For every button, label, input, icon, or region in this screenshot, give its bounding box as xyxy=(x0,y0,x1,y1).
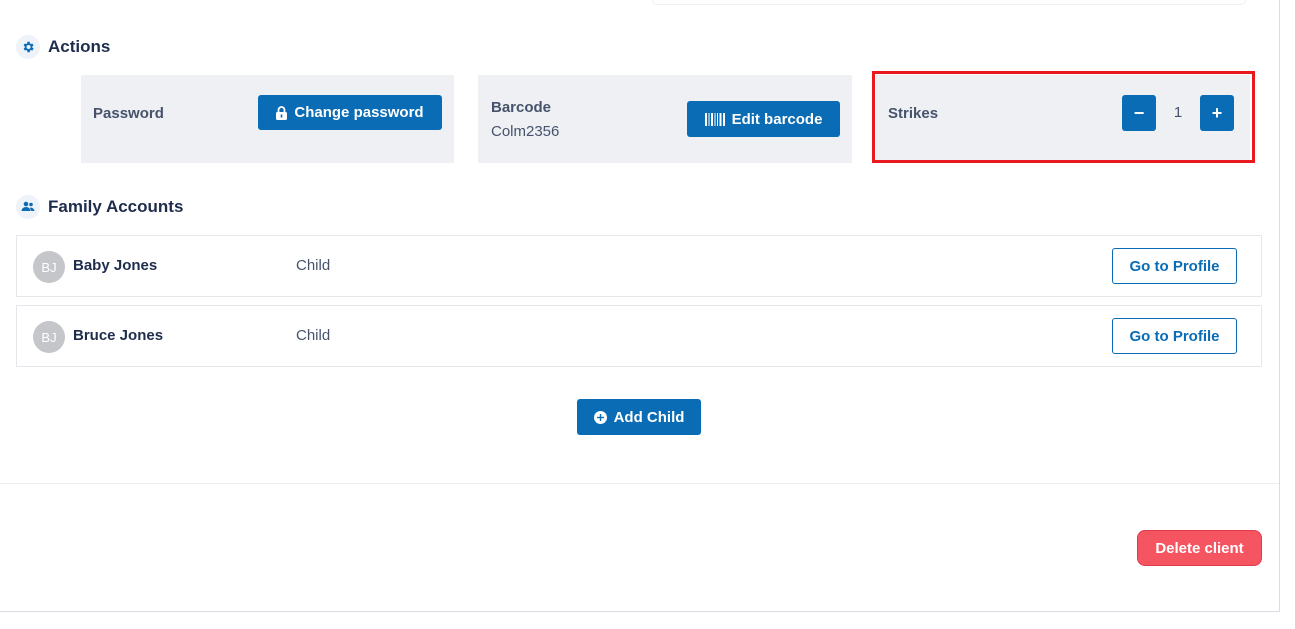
add-child-label: Add Child xyxy=(613,408,685,426)
avatar: BJ xyxy=(33,321,65,353)
edit-barcode-button[interactable]: Edit barcode xyxy=(687,101,840,137)
barcode-label: Barcode xyxy=(491,99,552,116)
change-password-label: Change password xyxy=(294,104,424,121)
top-card-edge xyxy=(652,0,1246,5)
section-divider xyxy=(0,483,1279,484)
gear-icon xyxy=(16,35,40,59)
member-role: Child xyxy=(296,327,331,344)
password-label: Password xyxy=(93,105,164,122)
barcode-icon xyxy=(704,112,725,126)
users-icon xyxy=(16,195,40,219)
add-child-button[interactable]: Add Child xyxy=(577,399,701,435)
table-row: BJ Baby Jones Child Go to Profile xyxy=(16,235,1262,297)
family-title: Family Accounts xyxy=(48,197,184,216)
barcode-card: Barcode Colm2356 Edit barcode xyxy=(478,75,852,163)
edit-barcode-label: Edit barcode xyxy=(731,110,823,128)
plus-circle-icon xyxy=(593,410,607,424)
change-password-button[interactable]: Change password xyxy=(258,95,442,130)
member-name: Baby Jones xyxy=(73,257,158,274)
family-heading: Family Accounts xyxy=(16,195,183,219)
go-to-profile-button[interactable]: Go to Profile xyxy=(1112,248,1237,284)
go-to-profile-button[interactable]: Go to Profile xyxy=(1112,318,1237,354)
lock-icon xyxy=(276,105,288,120)
avatar: BJ xyxy=(33,251,65,283)
delete-client-button[interactable]: Delete client xyxy=(1137,530,1262,566)
barcode-value: Colm2356 xyxy=(491,123,560,140)
member-name: Bruce Jones xyxy=(73,327,164,344)
table-row: BJ Bruce Jones Child Go to Profile xyxy=(16,305,1262,367)
member-role: Child xyxy=(296,257,331,274)
actions-title: Actions xyxy=(48,37,111,56)
strikes-highlight-box xyxy=(872,71,1255,163)
actions-heading: Actions xyxy=(16,35,110,59)
password-card: Password Change password xyxy=(81,75,454,163)
